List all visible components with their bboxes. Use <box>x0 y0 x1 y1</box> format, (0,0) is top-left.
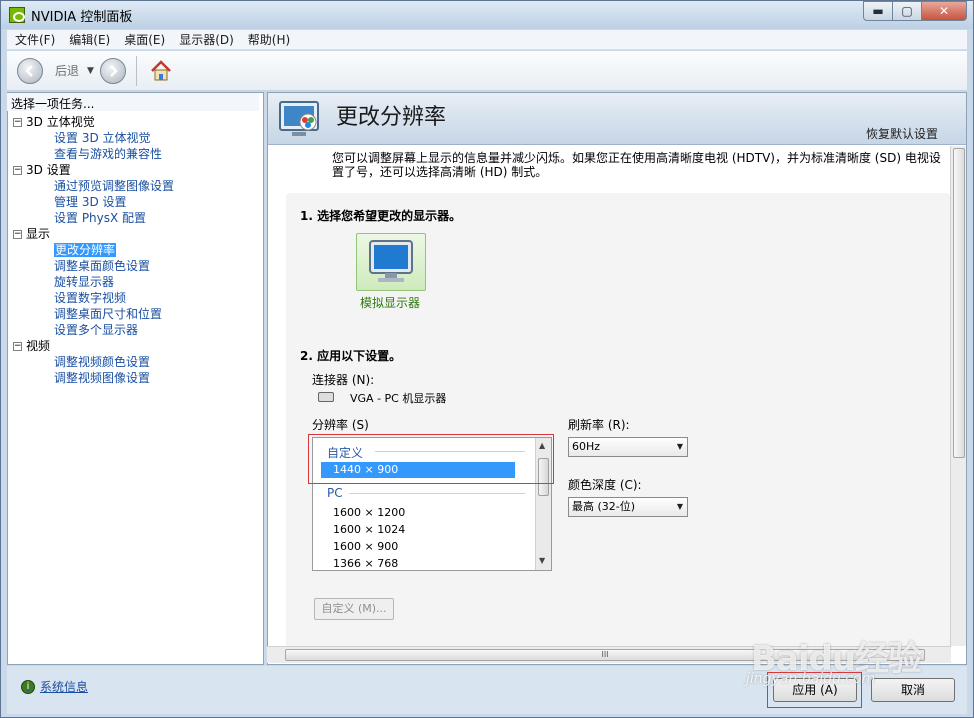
toolbar: 后退 ▼ <box>7 51 967 91</box>
tree-item-preview-image[interactable]: 通过预览调整图像设置 <box>13 178 259 194</box>
group-pc-label: PC <box>327 486 343 500</box>
resolution-item[interactable]: 1600 × 1200 <box>333 506 405 519</box>
task-tree: −3D 立体视觉 设置 3D 立体视觉 查看与游戏的兼容性 −3D 设置 通过预… <box>13 114 259 386</box>
vga-connector-icon <box>318 392 334 402</box>
maximize-button[interactable]: ▢ <box>892 1 922 21</box>
info-icon: i <box>21 679 35 694</box>
baidu-watermark-url: jingyan.baidu.com <box>746 671 876 687</box>
collapse-icon[interactable]: − <box>13 229 22 239</box>
tree-item-digital-video[interactable]: 设置数字视频 <box>13 290 259 306</box>
main-scroll-thumb[interactable] <box>953 148 965 458</box>
menu-bar: 文件(F) 编辑(E) 桌面(E) 显示器(D) 帮助(H) <box>7 30 967 50</box>
home-icon <box>151 59 171 80</box>
system-info-label: 系统信息 <box>40 680 89 694</box>
tree-item-manage-3d[interactable]: 管理 3D 设置 <box>13 194 259 210</box>
menu-desktop[interactable]: 桌面(E) <box>124 31 165 48</box>
nvidia-control-panel-window: NVIDIA 控制面板 ▬ ▢ ✕ 文件(F) 编辑(E) 桌面(E) 显示器(… <box>0 0 974 718</box>
main-vertical-scrollbar[interactable] <box>950 146 966 646</box>
tree-category-3d-stereo[interactable]: −3D 立体视觉 <box>13 114 259 130</box>
menu-file[interactable]: 文件(F) <box>15 31 55 48</box>
group-divider <box>349 493 525 494</box>
scroll-down-icon[interactable]: ▼ <box>539 556 545 565</box>
custom-resolution-button[interactable]: 自定义 (M)... <box>314 598 394 620</box>
system-info-link[interactable]: i 系统信息 <box>21 678 88 695</box>
display-name: 模拟显示器 <box>360 296 421 310</box>
step-2-heading: 2. 应用以下设置。 <box>300 349 402 363</box>
arrow-left-icon <box>25 64 33 77</box>
page-description: 您可以调整屏幕上显示的信息量并减少闪烁。如果您正在使用高清晰度电视 (HDTV)… <box>332 151 941 179</box>
collapse-icon[interactable]: − <box>13 165 22 175</box>
title-bar[interactable]: NVIDIA 控制面板 ▬ ▢ ✕ <box>1 1 973 29</box>
step-1-heading: 1. 选择您希望更改的显示器。 <box>300 209 462 223</box>
monitor-settings-icon <box>279 101 319 136</box>
display-tile-analog[interactable] <box>356 233 426 291</box>
forward-button[interactable] <box>99 57 126 84</box>
menu-edit[interactable]: 编辑(E) <box>69 31 110 48</box>
cancel-button[interactable]: 取消 <box>871 678 955 702</box>
tree-item-game-compat[interactable]: 查看与游戏的兼容性 <box>13 146 259 162</box>
toolbar-separator <box>135 55 137 86</box>
connector-value: VGA - PC 机显示器 <box>350 392 447 405</box>
collapse-icon[interactable]: − <box>13 117 22 127</box>
menu-display[interactable]: 显示器(D) <box>179 31 234 48</box>
window-controls: ▬ ▢ ✕ <box>863 1 967 21</box>
color-depth-select[interactable]: 最高 (32-位) <box>568 497 688 517</box>
connector-label: 连接器 (N): <box>312 373 375 387</box>
refresh-rate-label: 刷新率 (R): <box>568 418 630 432</box>
highlight-annotation <box>308 434 554 484</box>
tree-item-change-resolution[interactable]: 更改分辨率 <box>13 242 259 258</box>
page-header: 更改分辨率 恢复默认设置 <box>268 93 966 145</box>
main-content: 更改分辨率 恢复默认设置 您可以调整屏幕上显示的信息量并减少闪烁。如果您正在使用… <box>267 92 967 665</box>
refresh-rate-select[interactable]: 60Hz <box>568 437 688 457</box>
tree-item-desktop-size[interactable]: 调整桌面尺寸和位置 <box>13 306 259 322</box>
tree-category-3d-settings[interactable]: −3D 设置 <box>13 162 259 178</box>
back-label[interactable]: 后退 <box>55 62 79 79</box>
arrow-right-icon <box>110 64 118 77</box>
monitor-icon <box>369 240 413 282</box>
resolution-label: 分辨率 (S) <box>312 418 369 432</box>
tree-item-multi-display[interactable]: 设置多个显示器 <box>13 322 259 338</box>
resolution-item[interactable]: 1600 × 1024 <box>333 523 405 536</box>
window-title: NVIDIA 控制面板 <box>31 9 133 25</box>
resolution-item[interactable]: 1366 × 768 <box>333 557 398 570</box>
tree-item-video-color[interactable]: 调整视频颜色设置 <box>13 354 259 370</box>
collapse-icon[interactable]: − <box>13 341 22 351</box>
restore-defaults-link[interactable]: 恢复默认设置 <box>866 125 938 142</box>
close-button[interactable]: ✕ <box>921 1 967 21</box>
menu-help[interactable]: 帮助(H) <box>248 31 290 48</box>
tree-item-set-3d-stereo[interactable]: 设置 3D 立体视觉 <box>13 130 259 146</box>
tree-item-video-image[interactable]: 调整视频图像设置 <box>13 370 259 386</box>
color-depth-label: 颜色深度 (C): <box>568 478 642 492</box>
page-title: 更改分辨率 <box>336 105 447 130</box>
back-button[interactable] <box>17 57 43 84</box>
resolution-item[interactable]: 1600 × 900 <box>333 540 398 553</box>
tree-item-rotate[interactable]: 旋转显示器 <box>13 274 259 290</box>
tree-category-video[interactable]: − 视频 <box>13 338 259 354</box>
tree-item-physx[interactable]: 设置 PhysX 配置 <box>13 210 259 226</box>
task-pane-header: 选择一项任务... <box>7 93 259 111</box>
nvidia-logo-icon <box>9 7 25 23</box>
home-button[interactable] <box>147 57 175 85</box>
tree-category-display[interactable]: − 显示 <box>13 226 259 242</box>
tree-item-desktop-color[interactable]: 调整桌面颜色设置 <box>13 258 259 274</box>
history-dropdown-icon[interactable]: ▼ <box>87 66 94 76</box>
minimize-button[interactable]: ▬ <box>863 1 893 21</box>
